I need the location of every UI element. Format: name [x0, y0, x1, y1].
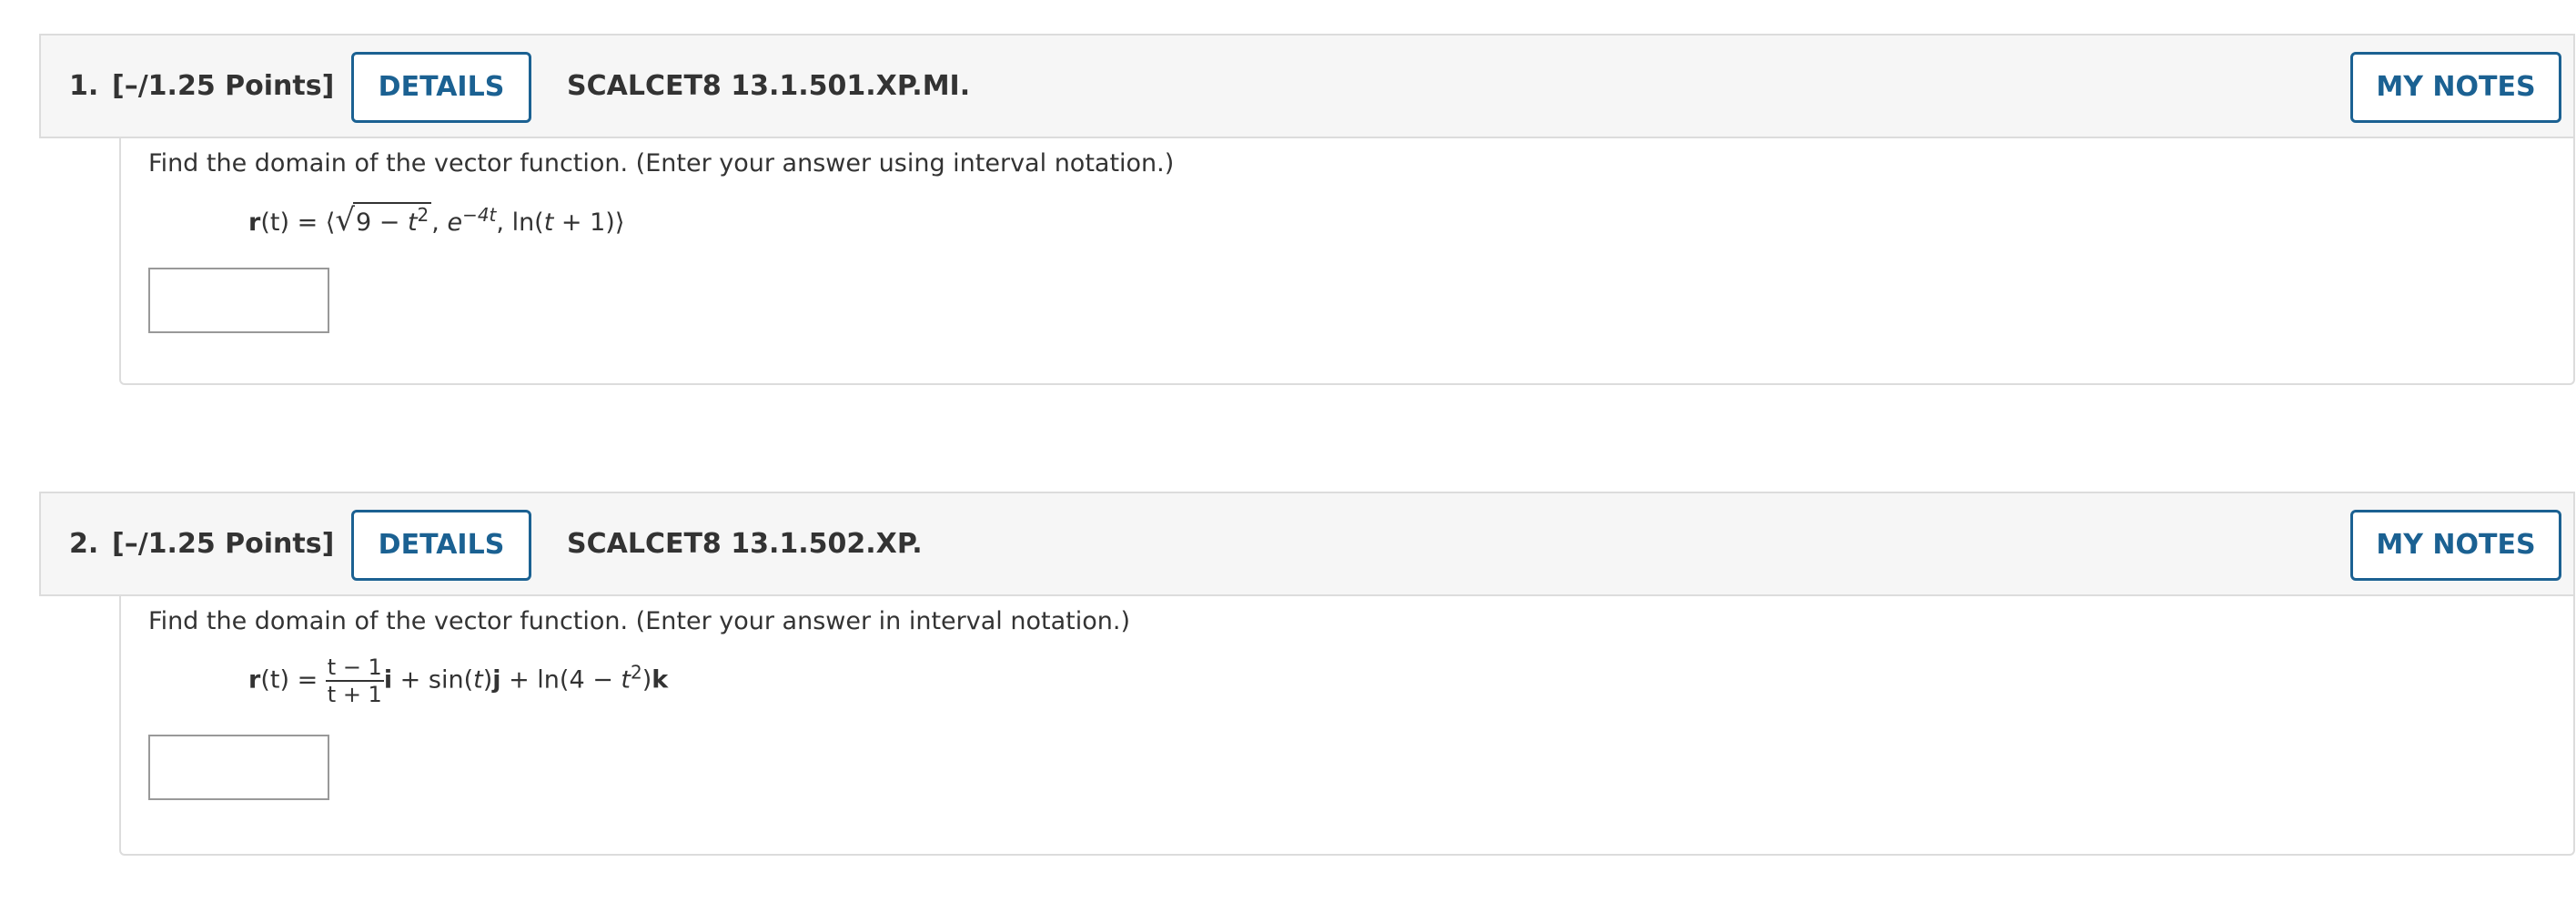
question-header: 1. [–/1.25 Points] DETAILS SCALCET8 13.1… — [39, 34, 2575, 138]
vector-function-formula: r(t) = ⟨√9 − t2, e−4t, ln(t + 1)⟩ — [248, 202, 624, 238]
formula-separator: , — [431, 208, 448, 237]
vector-function-formula: r(t) = t − 1t + 1i + sin(t)j + ln(4 − t2… — [248, 654, 668, 707]
fraction-numerator: t − 1 — [325, 654, 384, 682]
points-label: [–/1.25 Points] — [112, 528, 335, 560]
sqrt-expression: √9 − t2 — [335, 202, 432, 238]
question-prompt: Find the domain of the vector function. … — [148, 607, 1130, 635]
exp-power: −4t — [462, 204, 497, 226]
formula-sin: + sin( — [392, 665, 474, 695]
question-header: 2. [–/1.25 Points] DETAILS SCALCET8 13.1… — [39, 492, 2575, 596]
ln-variable: t — [543, 208, 554, 237]
formula-ln: , ln( — [496, 208, 544, 237]
unit-vector-i: i — [383, 665, 393, 695]
unit-vector-j: j — [492, 665, 501, 695]
question-number: 1. — [69, 70, 99, 102]
question-prompt: Find the domain of the vector function. … — [148, 149, 1175, 178]
question-code: SCALCET8 13.1.502.XP. — [567, 528, 923, 560]
formula-r: r — [248, 665, 261, 695]
exp-base: e — [447, 208, 463, 237]
my-notes-button[interactable]: MY NOTES — [2350, 52, 2561, 123]
formula-ln: + ln(4 − — [500, 665, 621, 695]
sin-close: ) — [482, 665, 493, 695]
details-button[interactable]: DETAILS — [351, 52, 531, 123]
sqrt-exponent: 2 — [417, 204, 429, 226]
ln-variable: t — [621, 665, 631, 695]
points-label: [–/1.25 Points] — [112, 70, 335, 102]
my-notes-button[interactable]: MY NOTES — [2350, 510, 2561, 581]
formula-end: + 1)⟩ — [553, 208, 625, 237]
question-number: 2. — [69, 528, 99, 560]
unit-vector-k: k — [652, 665, 669, 695]
fraction-denominator: t + 1 — [327, 682, 382, 707]
fraction: t − 1t + 1 — [325, 654, 384, 707]
sin-variable: t — [473, 665, 483, 695]
formula-r: r — [248, 208, 261, 237]
sqrt-body: 9 − — [355, 208, 408, 237]
question-body: Find the domain of the vector function. … — [119, 138, 2575, 385]
question-body: Find the domain of the vector function. … — [119, 596, 2575, 856]
ln-exponent: 2 — [631, 661, 642, 684]
details-button[interactable]: DETAILS — [351, 510, 531, 581]
ln-close: ) — [641, 665, 652, 695]
sqrt-variable: t — [407, 208, 418, 237]
answer-input[interactable] — [148, 268, 329, 333]
answer-input[interactable] — [148, 735, 329, 800]
question-code: SCALCET8 13.1.501.XP.MI. — [567, 70, 971, 102]
formula-lhs: (t) = ⟨ — [260, 208, 336, 237]
formula-lhs: (t) = — [260, 665, 326, 695]
